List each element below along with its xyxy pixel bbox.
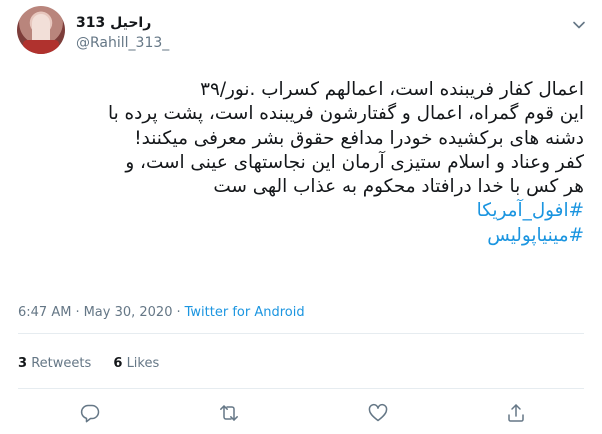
tweet-line: اعمال کفار فریبنده است، اعمالهم کسراب .ن… <box>200 79 584 100</box>
avatar[interactable] <box>17 6 65 54</box>
likes-count: 6 <box>113 356 123 371</box>
tweet-text: اعمال کفار فریبنده است، اعمالهم کسراب .ن… <box>18 78 584 248</box>
tweet-date[interactable]: May 30, 2020 <box>84 305 173 320</box>
author-name[interactable]: راحیل 313 <box>76 14 151 32</box>
likes-label: Likes <box>126 356 160 371</box>
tweet-line: کفر وعناد و اسلام ستیزی آرمان این نجاسته… <box>125 151 584 173</box>
divider <box>18 388 584 389</box>
retweets-label: Retweets <box>31 356 92 371</box>
share-icon[interactable] <box>505 402 527 424</box>
retweets-stat[interactable]: 3 Retweets <box>18 356 91 371</box>
divider <box>18 333 584 334</box>
tweet-source-link[interactable]: Twitter for Android <box>185 305 305 320</box>
like-icon[interactable] <box>367 402 389 424</box>
tweet-meta: 6:47 AM · May 30, 2020 · Twitter for Android <box>18 305 305 321</box>
retweet-icon[interactable] <box>218 402 240 424</box>
tweet-stats: 3 Retweets 6 Likes <box>18 356 177 371</box>
separator-dot: · <box>75 305 80 320</box>
hashtag-link[interactable]: #مینیاپولیس <box>18 224 584 248</box>
reply-icon[interactable] <box>79 402 101 424</box>
separator-dot: · <box>176 305 181 320</box>
author-handle[interactable]: @Rahill_313_ <box>76 35 169 52</box>
tweet-time[interactable]: 6:47 AM <box>18 305 71 320</box>
retweets-count: 3 <box>18 356 28 371</box>
tweet-line: این قوم گمراه، اعمال و گفتارشون فریبنده … <box>107 103 584 125</box>
chevron-down-icon[interactable] <box>570 16 588 34</box>
action-bar <box>0 396 602 426</box>
tweet-line: دشنه های برکشیده خودرا مدافع حقوق بشر مع… <box>134 127 584 149</box>
likes-stat[interactable]: 6 Likes <box>113 356 159 371</box>
tweet-card: راحیل 313 @Rahill_313_ اعمال کفار فریبند… <box>0 0 602 434</box>
hashtag-link[interactable]: #افول_آمریکا <box>18 199 584 223</box>
tweet-line: هر کس با خدا درافتاد محکوم به عذاب الهی … <box>213 176 584 198</box>
avatar-base <box>23 40 59 54</box>
